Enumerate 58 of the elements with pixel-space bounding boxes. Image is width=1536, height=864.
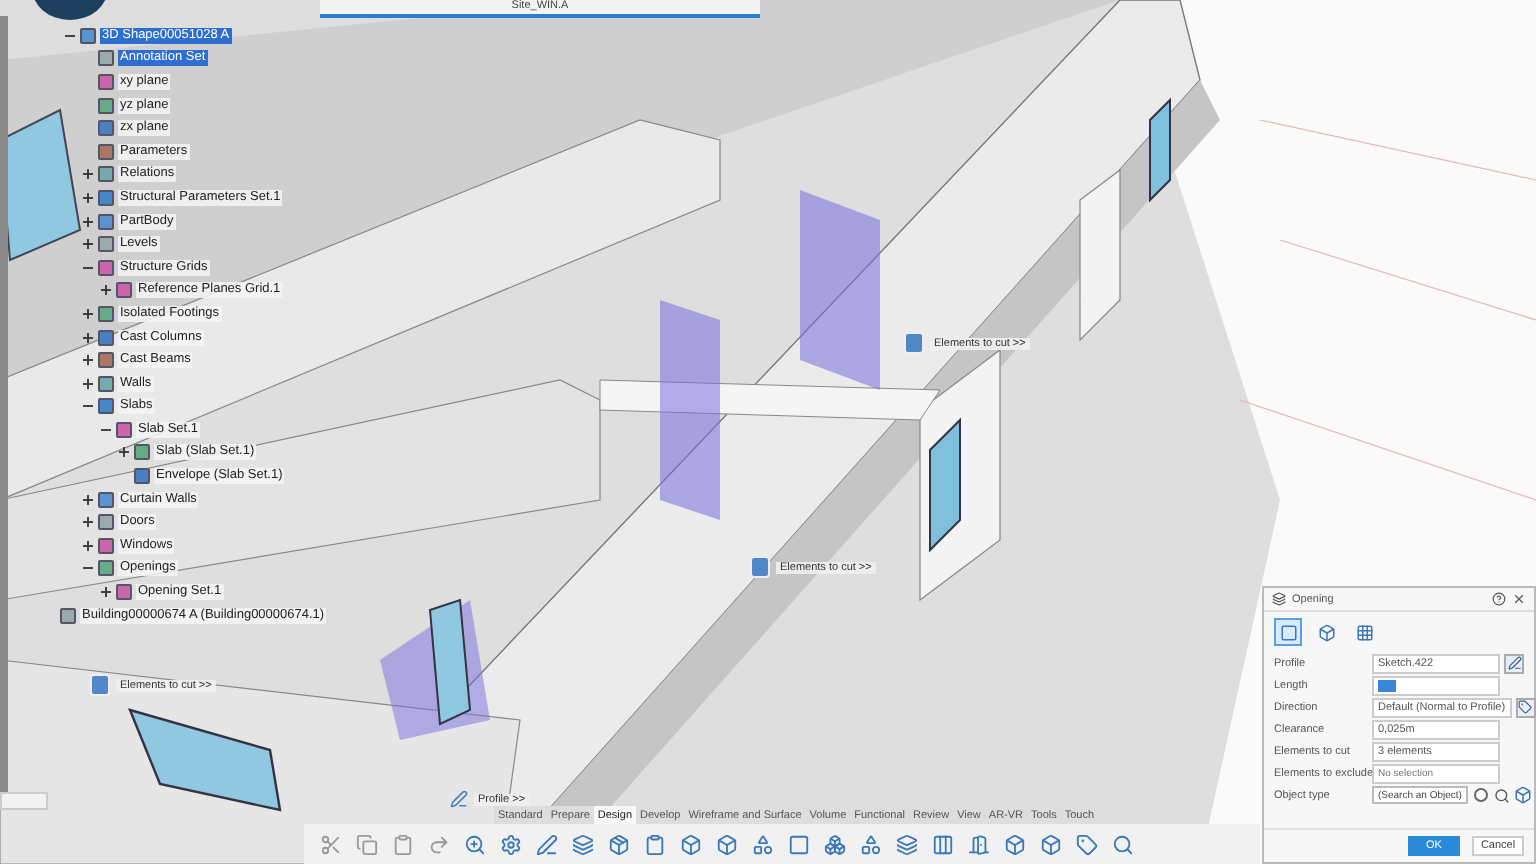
direction-button[interactable] [1515,697,1536,717]
tree-node-icon [98,50,114,67]
expand-icon[interactable] [82,354,94,367]
tree-node-icon [98,398,114,415]
sketch-icon [450,790,468,808]
tree-node-icon [134,468,150,485]
length-field[interactable] [1372,675,1500,695]
collapse-icon[interactable] [100,423,112,436]
tree-node-icon [98,514,114,531]
boxes-icon[interactable] [820,830,848,858]
zoom-icon[interactable] [460,830,488,858]
search-icon[interactable] [1493,787,1510,803]
expand-icon[interactable] [82,307,94,320]
tree-node-icon [134,444,150,461]
opening-icon [1272,592,1286,606]
sketch-icon[interactable] [532,830,560,858]
tree-node-icon [98,236,114,253]
expand-icon[interactable] [100,284,112,297]
expand-icon[interactable] [100,586,112,599]
expand-icon[interactable] [82,215,94,228]
tree-node-icon [116,584,132,601]
shapes-icon[interactable] [748,830,776,858]
copy-icon[interactable] [352,830,380,858]
shapes-icon[interactable] [856,830,884,858]
expand-icon[interactable] [82,493,94,506]
edit-sketch-button[interactable] [1504,653,1524,673]
tree-node-icon [98,166,114,183]
search-icon[interactable] [1108,830,1136,858]
expand-icon[interactable] [82,168,94,181]
tree-node-icon [116,282,132,299]
gear-icon[interactable] [496,830,524,858]
square-icon[interactable] [784,830,812,858]
mode-tab[interactable] [1274,618,1302,646]
radio-button[interactable] [1473,788,1488,802]
collapse-icon[interactable] [82,400,94,413]
close-icon[interactable] [1512,592,1526,606]
expand-icon[interactable] [82,238,94,251]
cut-icon[interactable] [316,830,344,858]
help-icon[interactable] [1492,592,1506,606]
tree-node-icon [98,120,114,137]
layers-icon[interactable] [892,830,920,858]
expand-icon[interactable] [82,331,94,344]
layers-icon[interactable] [568,830,596,858]
expand-icon[interactable] [118,446,130,459]
columns-icon[interactable] [928,830,956,858]
panel-background [0,792,48,810]
collapse-icon[interactable] [64,29,76,42]
tree-node-icon [98,560,114,577]
tag-icon[interactable] [1072,830,1100,858]
collapse-icon[interactable] [82,261,94,274]
expand-icon[interactable] [82,516,94,529]
expand-icon[interactable] [82,539,94,552]
expand-icon[interactable] [82,191,94,204]
collapse-icon[interactable] [82,562,94,575]
door-icon[interactable] [964,830,992,858]
tree-node-icon [98,352,114,369]
package-icon[interactable] [604,830,632,858]
expand-icon[interactable] [82,377,94,390]
